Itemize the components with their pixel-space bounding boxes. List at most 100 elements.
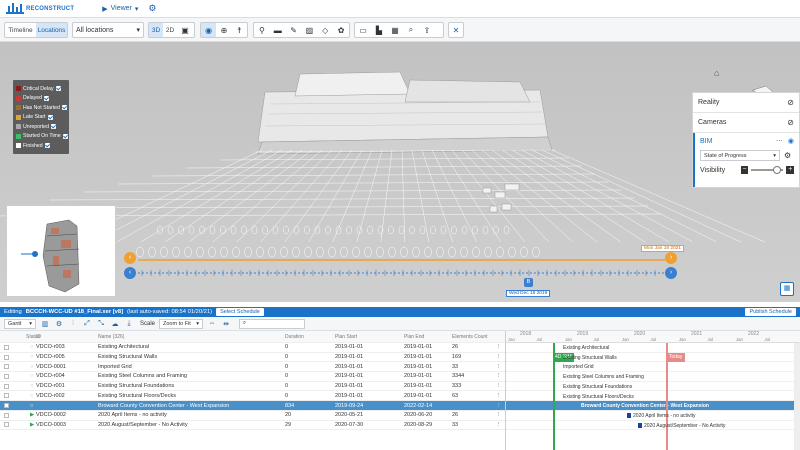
timeline-marker[interactable]: B <box>524 278 533 287</box>
fit-icon[interactable]: ⇔ <box>207 319 217 329</box>
eye-icon[interactable]: ◉ <box>788 137 794 145</box>
gantt-chart[interactable]: 2018 2019 2020 2021 2022 Jan Jul Jan Jul Jan Jul Ja… <box>505 331 800 450</box>
walk-icon[interactable]: ☨ <box>232 23 247 37</box>
legend-item[interactable]: Critical Delay <box>16 84 66 94</box>
filter-icon[interactable]: ⫶ <box>68 319 78 329</box>
legend-checkbox[interactable] <box>55 86 61 92</box>
minus-icon[interactable]: − <box>740 166 749 174</box>
image-icon[interactable]: ▣ <box>177 23 193 37</box>
column-header[interactable]: ID <box>36 334 41 340</box>
expand-icon[interactable]: ⤢ <box>82 319 92 329</box>
table-row[interactable]: ○ VDCO-r002 Existing Structural Floors/Dec… <box>0 392 505 402</box>
layer-bim-label[interactable]: BIM <box>700 138 712 145</box>
upload-icon[interactable]: ⇪ <box>419 23 435 37</box>
target-icon[interactable]: ◉ <box>201 23 217 37</box>
briefcase-icon[interactable]: ▭ <box>355 23 371 37</box>
row-menu-icon[interactable]: ⋮ <box>496 393 502 399</box>
eye-off-icon[interactable]: ⊘ <box>787 118 794 127</box>
layer-cameras[interactable]: Cameras ⊘ <box>693 113 799 133</box>
row-checkbox[interactable] <box>4 354 9 360</box>
table-row[interactable]: ▶ VDCO-0002 2020 April Items - no activity… <box>0 411 505 421</box>
timeline-prev-blue-button[interactable]: ‹ <box>124 267 136 279</box>
legend-checkbox[interactable] <box>44 143 50 149</box>
publish-schedule-button[interactable]: Publish Schedule <box>745 308 796 316</box>
gantt-row[interactable] <box>506 392 800 402</box>
gantt-row[interactable] <box>506 372 800 382</box>
row-checkbox[interactable] <box>4 412 9 418</box>
view-2d-button[interactable]: 2D <box>163 23 177 37</box>
row-menu-icon[interactable]: ⋮ <box>496 412 502 418</box>
legend-item[interactable]: Unreported <box>16 122 66 132</box>
row-checkbox[interactable] <box>4 393 9 399</box>
row-menu-icon[interactable]: ⋮ <box>496 383 502 389</box>
calendar-icon[interactable]: ▦ <box>780 282 794 296</box>
state-of-progress-select[interactable]: State of Progress ▾ <box>700 150 780 161</box>
gantt-row[interactable] <box>506 353 800 363</box>
row-checkbox[interactable] <box>4 364 9 370</box>
gear-icon[interactable]: ⚙ <box>54 319 64 329</box>
table-row[interactable]: ○ Broward County Convention Center - West… <box>0 401 505 411</box>
row-menu-icon[interactable]: ⋮ <box>496 422 502 428</box>
row-menu-icon[interactable]: ⋮ <box>496 344 502 350</box>
task-bar[interactable] <box>638 422 642 428</box>
download-icon[interactable]: ⤓ <box>124 319 134 329</box>
tab-timeline[interactable]: Timeline <box>5 23 36 37</box>
view-3d-button[interactable]: 3D <box>149 23 163 37</box>
table-row[interactable]: ○ VDCO-r003 Existing Architectural 0 2019-01… <box>0 343 505 353</box>
slider-handle[interactable] <box>773 166 782 174</box>
column-header[interactable]: Elements Count <box>452 334 488 340</box>
legend-checkbox[interactable] <box>47 114 53 120</box>
shrink-icon[interactable]: ⇹ <box>221 319 231 329</box>
zoom-select[interactable]: Zoom to Fit ▾ <box>159 318 204 329</box>
row-checkbox[interactable] <box>4 383 9 389</box>
table-row[interactable]: ○ VDCO-0001 Imported Grid 0 2019-01-01 2019-0… <box>0 362 505 373</box>
gantt-row[interactable] <box>506 382 800 392</box>
more-icon[interactable]: ⋯ <box>776 137 783 145</box>
location-select[interactable]: All locations ▾ <box>72 22 144 38</box>
row-menu-icon[interactable]: ⋮ <box>496 373 502 379</box>
3d-viewport[interactable]: ‹ › ‹ › Mon Jan 18 2021 B Wed Dec 18 201… <box>0 42 800 302</box>
gear-icon[interactable]: ⚙ <box>784 151 791 160</box>
row-menu-icon[interactable]: ⋮ <box>496 354 502 360</box>
legend-item[interactable]: Delayed <box>16 94 66 104</box>
row-menu-icon[interactable]: ⋮ <box>496 364 502 370</box>
building-icon[interactable]: ▙ <box>371 23 387 37</box>
grid-icon[interactable]: ▦ <box>387 23 403 37</box>
search-input[interactable]: ⌕ <box>239 318 306 329</box>
column-header[interactable]: Name (326) <box>98 334 124 340</box>
row-checkbox[interactable] <box>4 403 9 409</box>
home-icon[interactable]: ⌂ <box>714 68 719 78</box>
column-header[interactable]: Plan Start <box>335 334 357 340</box>
search-icon[interactable]: ⌕ <box>403 23 419 37</box>
row-menu-icon[interactable]: ⋮ <box>496 403 502 409</box>
layer-reality[interactable]: Reality ⊘ <box>693 93 799 113</box>
settings-cube-icon[interactable]: ✿ <box>333 23 349 37</box>
gantt-scrollbar[interactable] <box>794 343 800 450</box>
table-row[interactable]: ▶ VDCO-0003 2020 August/September - No Act… <box>0 421 505 431</box>
row-checkbox[interactable] <box>4 344 9 350</box>
row-checkbox[interactable] <box>4 422 9 428</box>
crosshair-icon[interactable]: ⊕ <box>216 23 231 37</box>
legend-item[interactable]: Late Start <box>16 113 66 123</box>
timeline-prev-orange-button[interactable]: ‹ <box>124 252 136 264</box>
view-type-select[interactable]: Gantt ▾ <box>4 318 36 329</box>
legend-checkbox[interactable] <box>62 133 68 139</box>
viewer-menu-button[interactable]: ▶ Viewer ▾ <box>102 5 138 13</box>
plus-icon[interactable]: + <box>786 166 795 174</box>
pin-icon[interactable]: ⚲ <box>254 23 270 37</box>
legend-item[interactable]: Has Not Started <box>16 103 67 113</box>
task-bar[interactable] <box>627 412 631 418</box>
gantt-row[interactable] <box>506 343 800 353</box>
column-header[interactable]: Plan End <box>404 334 424 340</box>
close-icon[interactable]: ✕ <box>449 23 463 37</box>
pencil-icon[interactable]: ✎ <box>286 23 302 37</box>
minimap[interactable] <box>6 205 116 297</box>
timeline-next-orange-button[interactable]: › <box>665 252 677 264</box>
legend-item[interactable]: Started On Time <box>16 132 68 142</box>
ruler-icon[interactable]: ▬ <box>270 23 286 37</box>
visibility-slider[interactable] <box>751 166 784 174</box>
gear-icon[interactable]: ⚙ <box>148 3 156 14</box>
columns-icon[interactable]: ▥ <box>40 319 50 329</box>
table-row[interactable]: ○ VDCO-r005 Existing Structural Walls 0 2019… <box>0 353 505 363</box>
table-row[interactable]: ○ VDCO-r001 Existing Structural Foundation… <box>0 382 505 392</box>
